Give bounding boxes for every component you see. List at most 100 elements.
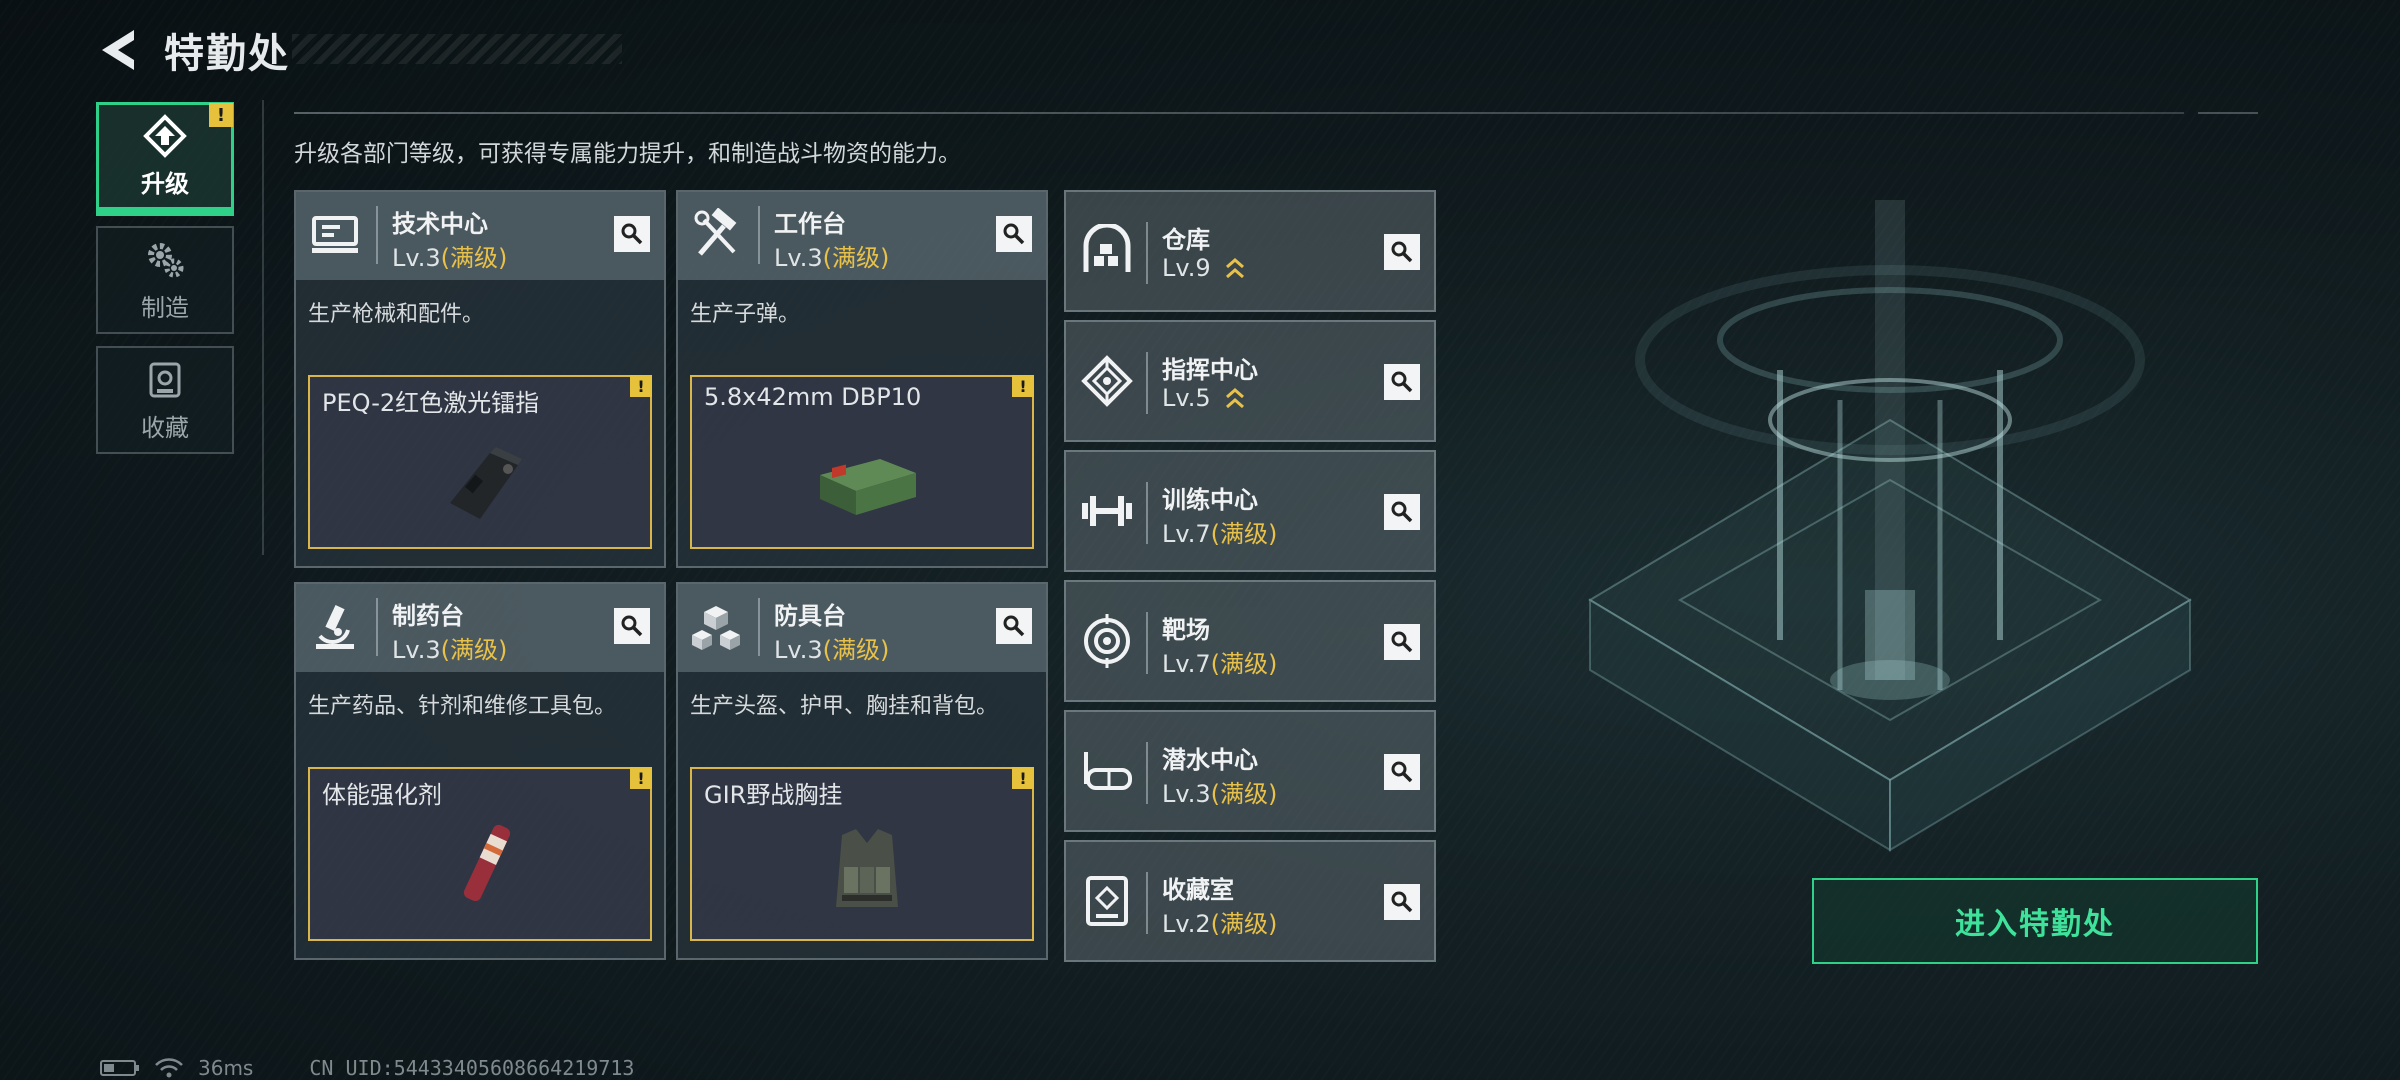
craft-item-slot[interactable]: 5.8x42mm DBP10 ! — [690, 375, 1034, 549]
facility-warehouse[interactable]: 仓库 Lv.9 — [1064, 190, 1436, 312]
search-icon — [1391, 761, 1413, 783]
max-level-label: (满级) — [822, 244, 890, 272]
facility-model-image — [1588, 200, 2192, 852]
tab-upgrade-label: 升级 — [141, 169, 189, 198]
separator — [376, 206, 378, 264]
enter-facility-label: 进入特勤处 — [1955, 907, 2115, 942]
card-armor-bench[interactable]: 防具台 Lv.3(满级) 生产头盔、护甲、胸挂和背包。 GIR野战胸挂 ! — [676, 582, 1048, 960]
search-button[interactable] — [1384, 624, 1420, 660]
facility-level: Lv.7(满级) — [1162, 650, 1278, 678]
max-level-label: (满级) — [822, 636, 890, 664]
search-icon — [1391, 241, 1413, 263]
gears-icon — [148, 242, 184, 277]
facility-training-center[interactable]: 训练中心 Lv.7(满级) — [1064, 450, 1436, 572]
header: 特勤处 — [96, 22, 622, 78]
card-description: 生产枪械和配件。 — [308, 302, 485, 327]
card-description: 生产头盔、护甲、胸挂和背包。 — [690, 694, 999, 719]
item-name: PEQ-2红色激光镭指 — [322, 389, 540, 417]
search-button[interactable] — [1384, 364, 1420, 400]
card-level: Lv.3(满级) — [392, 244, 508, 272]
injector-image — [463, 824, 511, 902]
card-description: 生产药品、针剂和维修工具包。 — [308, 694, 617, 719]
divider — [294, 112, 2184, 114]
facility-level: Lv.9 — [1162, 254, 1246, 283]
tab-craft[interactable]: 制造 — [96, 226, 234, 334]
facility-command-center[interactable]: 指挥中心 Lv.5 — [1064, 320, 1436, 442]
item-name: 5.8x42mm DBP10 — [704, 383, 922, 411]
search-icon — [1003, 615, 1025, 637]
separator — [758, 206, 760, 264]
facility-shooting-range[interactable]: 靶场 Lv.7(满级) — [1064, 580, 1436, 702]
diving-mask-icon — [1084, 752, 1132, 790]
facility-name: 仓库 — [1162, 226, 1210, 254]
vault-icon — [1086, 876, 1128, 926]
search-button[interactable] — [1384, 494, 1420, 530]
card-title: 制药台 — [392, 602, 464, 630]
card-header: 防具台 Lv.3(满级) — [678, 584, 1046, 672]
tab-upgrade[interactable]: 升级 ! — [96, 102, 234, 216]
separator — [758, 598, 760, 656]
item-name: 体能强化剂 — [322, 781, 442, 809]
search-button[interactable] — [1384, 884, 1420, 920]
facility-name: 潜水中心 — [1162, 746, 1258, 774]
card-level: Lv.3(满级) — [774, 244, 890, 272]
warehouse-icon — [1083, 224, 1131, 272]
divider — [262, 100, 264, 555]
battery-icon — [100, 1060, 139, 1076]
microscope-icon — [316, 605, 354, 649]
laser-sight-image — [450, 447, 522, 519]
card-level: Lv.3(满级) — [392, 636, 508, 664]
facility-name: 指挥中心 — [1162, 356, 1258, 384]
search-icon — [1391, 501, 1413, 523]
craft-item-slot[interactable]: PEQ-2红色激光镭指 ! — [308, 375, 652, 549]
facility-name: 收藏室 — [1162, 876, 1234, 904]
hammer-wrench-icon — [694, 208, 737, 256]
search-icon — [1391, 631, 1413, 653]
chest-rig-image — [836, 829, 898, 907]
facility-collection-room[interactable]: 收藏室 Lv.2(满级) — [1064, 840, 1436, 962]
max-level-label: (满级) — [1210, 780, 1278, 808]
craft-item-slot[interactable]: GIR野战胸挂 ! — [690, 767, 1034, 941]
title-decoration — [292, 34, 622, 64]
max-level-label: (满级) — [1210, 910, 1278, 938]
card-tech-center[interactable]: 技术中心 Lv.3(满级) 生产枪械和配件。 PEQ-2红色激光镭指 ! — [294, 190, 666, 568]
card-description: 生产子弹。 — [690, 302, 801, 327]
facility-diving-center[interactable]: 潜水中心 Lv.3(满级) — [1064, 710, 1436, 832]
facility-name: 靶场 — [1162, 616, 1210, 644]
enter-facility-button[interactable]: 进入特勤处 — [1812, 878, 2258, 964]
tab-collection-label: 收藏 — [141, 413, 189, 442]
facility-level: Lv.7(满级) — [1162, 520, 1278, 548]
target-icon — [1084, 614, 1130, 668]
search-button[interactable] — [614, 216, 650, 252]
separator — [1146, 742, 1148, 804]
search-button[interactable] — [1384, 234, 1420, 270]
facility-name: 训练中心 — [1162, 486, 1258, 514]
separator — [1146, 482, 1148, 544]
wifi-icon — [155, 1058, 183, 1078]
separator — [1146, 352, 1148, 414]
alert-badge: ! — [1012, 375, 1034, 397]
search-button[interactable] — [614, 608, 650, 644]
max-level-label: (满级) — [440, 636, 508, 664]
alert-badge: ! — [209, 103, 233, 127]
upgrade-icon — [143, 113, 187, 158]
card-pharmacy[interactable]: 制药台 Lv.3(满级) 生产药品、针剂和维修工具包。 体能强化剂 ! — [294, 582, 666, 960]
back-button[interactable] — [96, 25, 140, 75]
item-name: GIR野战胸挂 — [704, 781, 843, 809]
craft-item-slot[interactable]: 体能强化剂 ! — [308, 767, 652, 941]
facility-level: Lv.3(满级) — [1162, 780, 1278, 808]
search-button[interactable] — [996, 216, 1032, 252]
search-button[interactable] — [996, 608, 1032, 644]
divider — [2198, 112, 2258, 114]
search-icon — [1391, 371, 1413, 393]
tab-collection[interactable]: 收藏 — [96, 346, 234, 454]
search-button[interactable] — [1384, 754, 1420, 790]
max-level-label: (满级) — [440, 244, 508, 272]
search-icon — [621, 615, 643, 637]
max-level-label: (满级) — [1210, 520, 1278, 548]
separator — [1146, 222, 1148, 284]
card-level: Lv.3(满级) — [774, 636, 890, 664]
max-level-label: (满级) — [1210, 650, 1278, 678]
back-arrow-icon — [102, 30, 134, 70]
card-workbench[interactable]: 工作台 Lv.3(满级) 生产子弹。 5.8x42mm DBP10 ! — [676, 190, 1048, 568]
